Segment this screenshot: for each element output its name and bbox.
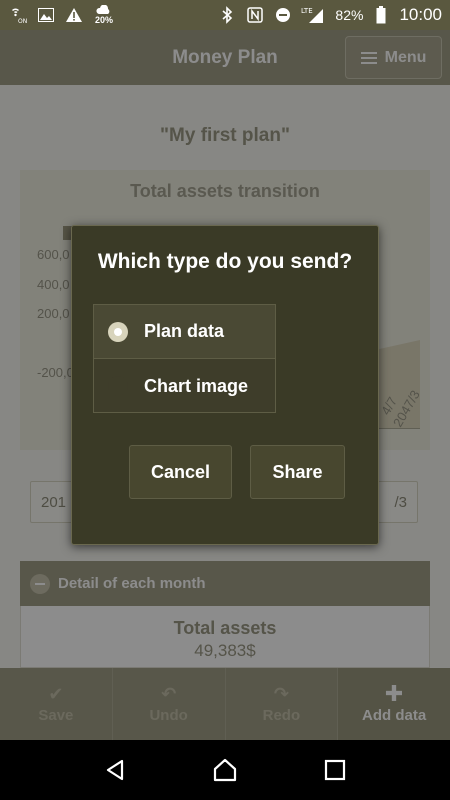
wifi-calling-icon: ON [8,5,28,25]
home-icon[interactable] [210,755,240,785]
svg-text:ON: ON [18,18,27,24]
weather-percent: 20% [94,15,113,25]
radio-unselected-icon [108,376,128,396]
share-button[interactable]: Share [250,445,345,499]
status-left: ON 20% [8,5,116,25]
cancel-button[interactable]: Cancel [129,445,232,499]
system-nav-bar [0,740,450,800]
option-label: Plan data [144,321,225,341]
image-icon [36,5,56,25]
recents-icon[interactable] [320,755,350,785]
signal-icon: LTE [301,5,327,25]
dialog-title: Which type do you send? [97,250,353,273]
lte-label: LTE [301,7,313,15]
do-not-disturb-icon [273,5,293,25]
option-plan-data[interactable]: Plan data [94,305,275,359]
warning-icon [64,5,84,25]
weather-icon: 20% [92,5,116,25]
battery-percent: 82% [335,7,364,23]
status-bar: ON 20% LTE 82% 10:00 [0,0,450,30]
back-icon[interactable] [100,755,130,785]
send-type-options: Plan data Chart image [93,304,276,413]
battery-icon [371,5,391,25]
send-type-dialog: Which type do you send? Plan data Chart … [71,225,379,545]
radio-selected-icon [108,321,128,342]
nfc-icon [245,5,265,25]
status-right: LTE 82% 10:00 [217,5,442,25]
bluetooth-icon [217,5,237,25]
option-chart-image[interactable]: Chart image [94,359,275,413]
option-label: Chart image [144,375,249,396]
clock: 10:00 [399,5,442,24]
